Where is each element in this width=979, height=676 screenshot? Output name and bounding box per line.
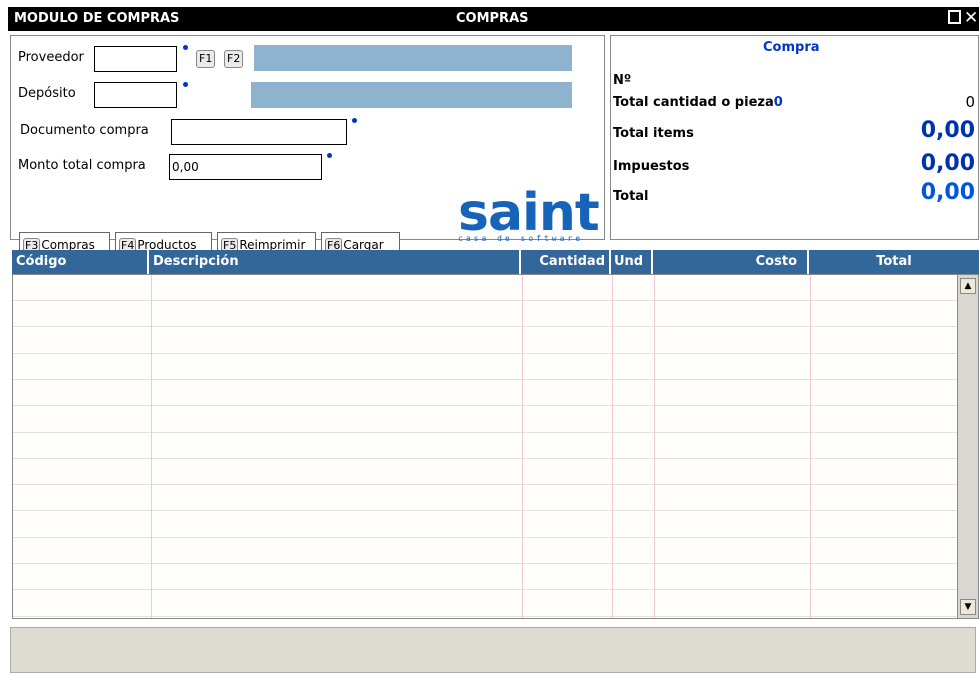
cantidad-value: 0 <box>965 93 975 111</box>
required-dot-icon <box>352 118 357 123</box>
total-label: Total <box>613 189 649 204</box>
table-row[interactable] <box>13 459 957 486</box>
column-header-und[interactable]: Und <box>611 250 653 274</box>
logo-tagline: casa de software <box>458 234 584 243</box>
table-row[interactable] <box>13 407 957 433</box>
cantidad-label-text: Total cantidad o pieza <box>613 95 774 110</box>
f1-key-button[interactable]: F1 <box>196 50 216 68</box>
monto-label: Monto total compra <box>18 158 146 173</box>
column-divider <box>810 275 811 618</box>
numero-label: Nº <box>613 73 632 88</box>
saint-logo: saint casa de software <box>458 183 600 243</box>
column-header-total[interactable]: Total <box>809 250 979 274</box>
column-divider <box>522 275 523 618</box>
proveedor-input[interactable] <box>94 46 177 72</box>
column-header-descripcion[interactable]: Descripción <box>149 250 521 274</box>
table-row[interactable] <box>13 380 957 407</box>
required-dot-icon <box>183 45 188 50</box>
impuestos-value: 0,00 <box>920 151 975 176</box>
table-row[interactable] <box>13 564 957 591</box>
total-value: 0,00 <box>920 180 975 205</box>
module-title: MODULO DE COMPRAS <box>14 11 180 26</box>
maximize-button[interactable] <box>948 10 961 24</box>
monto-input[interactable]: 0,00 <box>169 154 322 180</box>
column-header-codigo[interactable]: Código <box>12 250 149 274</box>
impuestos-label: Impuestos <box>613 159 690 174</box>
deposito-name-display <box>251 82 572 108</box>
deposito-input[interactable] <box>94 82 177 108</box>
window-title: COMPRAS <box>456 11 529 26</box>
column-divider <box>151 275 152 618</box>
table-row[interactable] <box>13 275 957 301</box>
proveedor-name-display <box>254 45 572 71</box>
required-dot-icon <box>183 82 188 87</box>
documento-input[interactable] <box>171 119 347 145</box>
table-row[interactable] <box>13 301 957 328</box>
table-row[interactable] <box>13 538 957 564</box>
items-value: 0,00 <box>920 118 975 143</box>
grid-scrollbar[interactable]: ▲ ▼ <box>957 274 979 619</box>
table-row[interactable] <box>13 485 957 512</box>
scroll-down-icon[interactable]: ▼ <box>960 599 976 615</box>
f2-key-button[interactable]: F2 <box>224 50 244 68</box>
logo-word: saint <box>458 183 600 243</box>
documento-label: Documento compra <box>20 123 149 138</box>
required-dot-icon <box>327 153 332 158</box>
table-row[interactable] <box>13 512 957 538</box>
grid-header: Código Descripción Cantidad Und Costo To… <box>12 250 979 274</box>
table-row[interactable] <box>13 591 957 617</box>
summary-title: Compra <box>763 40 820 55</box>
table-row[interactable] <box>13 328 957 354</box>
close-icon[interactable]: ✕ <box>964 8 978 28</box>
column-divider <box>654 275 655 618</box>
cantidad-label: Total cantidad o pieza0 <box>613 95 783 110</box>
deposito-label: Depósito <box>18 86 76 101</box>
cantidad-inline-value: 0 <box>773 95 783 110</box>
table-row[interactable] <box>13 354 957 380</box>
items-label: Total items <box>613 126 694 141</box>
items-grid[interactable] <box>12 274 957 619</box>
title-bar: MODULO DE COMPRAS COMPRAS ✕ <box>8 7 979 31</box>
status-bar <box>10 627 976 673</box>
column-header-cantidad[interactable]: Cantidad <box>521 250 611 274</box>
column-header-costo[interactable]: Costo <box>653 250 809 274</box>
scroll-up-icon[interactable]: ▲ <box>960 278 976 294</box>
column-divider <box>612 275 613 618</box>
proveedor-label: Proveedor <box>18 50 84 65</box>
table-row[interactable] <box>13 433 957 459</box>
